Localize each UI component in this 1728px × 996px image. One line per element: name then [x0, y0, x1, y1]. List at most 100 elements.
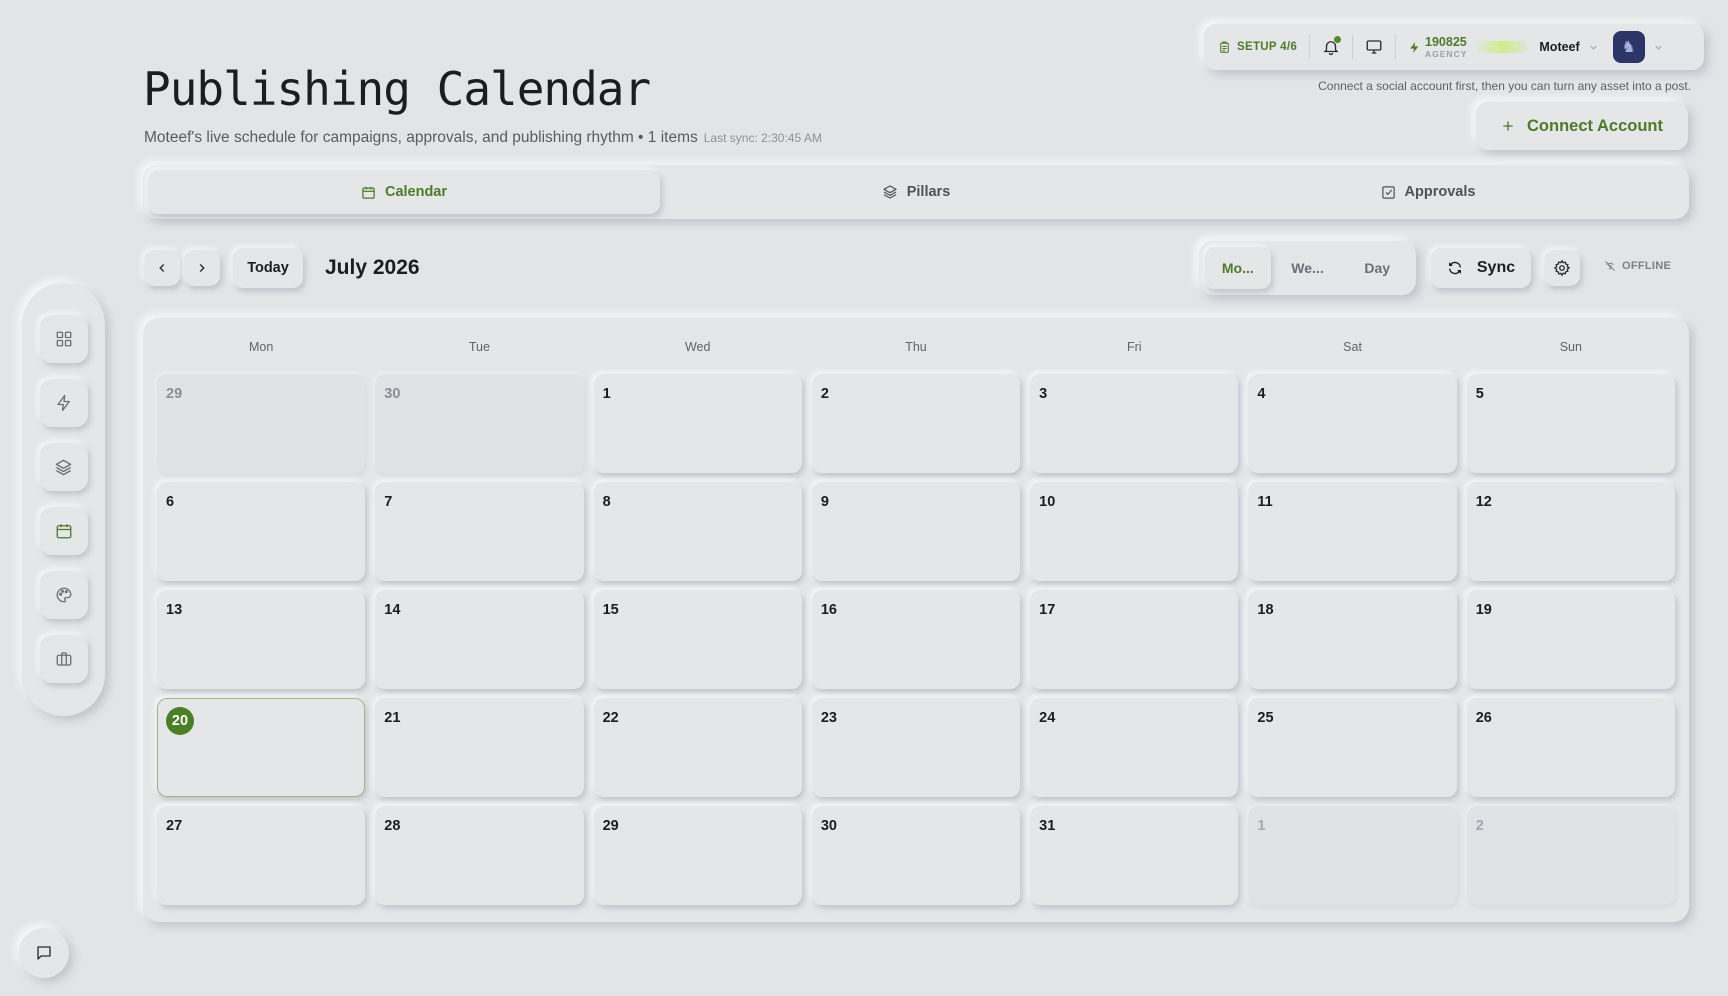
weekday-label: Thu: [905, 340, 927, 354]
sidebar-item-pillars[interactable]: [39, 443, 88, 491]
sync-button[interactable]: Sync: [1431, 248, 1531, 288]
weekday-label: Sun: [1559, 340, 1582, 354]
day-cell[interactable]: 2: [811, 374, 1021, 473]
day-number: 4: [1257, 386, 1266, 402]
setup-progress-button[interactable]: SETUP 4/6: [1218, 41, 1297, 54]
chevron-down-icon[interactable]: [1588, 42, 1599, 53]
day-cell[interactable]: 29: [593, 806, 802, 905]
tab-pillars[interactable]: Pillars: [660, 170, 1172, 214]
day-cell[interactable]: 28: [375, 806, 584, 905]
day-cell[interactable]: 27: [157, 806, 366, 905]
calendar-grid: 29 30 1 2 3 4 5 6 7 8 9 10 11 12 13 14 15 16 17 18 19 20 21 22 2…: [157, 374, 1675, 905]
chat-button[interactable]: [19, 928, 69, 978]
subtitle-text: Moteef's live schedule for campaigns, ap…: [144, 129, 698, 146]
tab-label: Calendar: [384, 184, 448, 200]
day-cell[interactable]: 24: [1030, 698, 1239, 797]
top-bar: SETUP 4/6 190825 AGENCY Moteef ♞: [1204, 24, 1704, 70]
lightning-icon: [55, 394, 73, 412]
day-cell[interactable]: 25: [1248, 698, 1457, 797]
notifications-button[interactable]: [1322, 36, 1342, 56]
weekday-label: Fri: [1126, 340, 1142, 354]
day-number: 29: [602, 818, 619, 834]
briefcase-icon: [55, 650, 73, 668]
day-cell[interactable]: 1: [1248, 806, 1457, 905]
sync-label: Sync: [1476, 259, 1516, 276]
day-number: 11: [1257, 494, 1273, 510]
lightning-icon: [1408, 41, 1421, 54]
plan-highlight: [1477, 41, 1528, 53]
weekday-label: Mon: [248, 340, 274, 354]
day-cell[interactable]: 10: [1030, 482, 1239, 581]
chevron-right-icon: [195, 261, 209, 275]
display-button[interactable]: [1365, 38, 1383, 56]
tab-approvals[interactable]: Approvals: [1172, 170, 1684, 214]
calendar-settings-button[interactable]: [1544, 250, 1580, 286]
weekday-header: Mon Tue Wed Thu Fri Sat Sun: [157, 318, 1675, 374]
day-cell[interactable]: 4: [1248, 374, 1457, 473]
day-number: 2: [820, 386, 829, 402]
day-cell[interactable]: 18: [1248, 590, 1457, 689]
view-month-button[interactable]: Mo...: [1205, 247, 1271, 289]
day-number: 1: [602, 386, 611, 402]
day-number: 18: [1257, 602, 1274, 618]
day-cell[interactable]: 12: [1466, 482, 1675, 581]
sidebar-item-automations[interactable]: [39, 379, 88, 427]
day-cell[interactable]: 26: [1466, 698, 1675, 797]
day-cell[interactable]: 1: [593, 374, 802, 473]
view-week-button[interactable]: We...: [1275, 247, 1341, 289]
day-number: 24: [1039, 710, 1056, 726]
credits-display[interactable]: 190825 AGENCY: [1408, 35, 1467, 59]
sidebar-item-dashboard[interactable]: [39, 315, 88, 363]
sidebar-item-brand[interactable]: [39, 571, 88, 619]
tab-label: Pillars: [906, 184, 951, 200]
day-number: 7: [384, 494, 393, 510]
day-cell[interactable]: 9: [811, 482, 1021, 581]
day-cell[interactable]: 30: [811, 806, 1021, 905]
day-cell[interactable]: 3: [1030, 374, 1239, 473]
day-cell[interactable]: 23: [811, 698, 1021, 797]
day-cell[interactable]: 5: [1466, 374, 1675, 473]
day-number: 27: [166, 818, 183, 834]
connect-account-label: Connect Account: [1527, 116, 1663, 135]
day-cell[interactable]: 7: [375, 482, 584, 581]
next-month-button[interactable]: [184, 250, 220, 286]
day-number: 10: [1039, 494, 1056, 510]
day-number: 16: [820, 602, 837, 618]
day-cell[interactable]: 13: [157, 590, 366, 689]
calendar-icon: [55, 522, 73, 540]
day-number: 6: [166, 494, 175, 510]
setup-label: SETUP 4/6: [1237, 41, 1298, 53]
sidebar-item-calendar[interactable]: [39, 507, 88, 555]
day-cell[interactable]: 30: [375, 374, 584, 473]
day-cell[interactable]: 29: [157, 374, 366, 473]
previous-month-button[interactable]: [144, 250, 180, 286]
tab-calendar[interactable]: Calendar: [148, 170, 660, 214]
day-cell[interactable]: 16: [811, 590, 1021, 689]
day-cell[interactable]: 21: [375, 698, 584, 797]
day-number: 29: [166, 386, 183, 402]
view-day-button[interactable]: Day: [1344, 247, 1410, 289]
day-cell[interactable]: 6: [157, 482, 366, 581]
day-number: 23: [820, 710, 837, 726]
day-cell[interactable]: 11: [1248, 482, 1457, 581]
day-cell[interactable]: 2: [1466, 806, 1675, 905]
day-cell[interactable]: 31: [1030, 806, 1239, 905]
connect-hint: Connect a social account first, then you…: [1318, 79, 1691, 93]
day-cell[interactable]: 15: [593, 590, 802, 689]
connect-account-button[interactable]: Connect Account: [1476, 102, 1688, 150]
day-cell[interactable]: 22: [593, 698, 802, 797]
day-number: 9: [820, 494, 829, 510]
day-cell[interactable]: 8: [593, 482, 802, 581]
workspace-name[interactable]: Moteef: [1539, 40, 1579, 54]
sidebar: [22, 283, 105, 716]
day-cell[interactable]: 20: [157, 698, 366, 797]
divider: [1395, 35, 1397, 59]
sidebar-item-portfolio[interactable]: [39, 635, 88, 683]
chevron-down-icon[interactable]: [1653, 42, 1664, 53]
avatar[interactable]: ♞: [1612, 31, 1645, 63]
today-button[interactable]: Today: [233, 248, 303, 288]
day-cell[interactable]: 14: [375, 590, 584, 689]
day-cell[interactable]: 19: [1466, 590, 1675, 689]
weekday-label: Wed: [684, 340, 711, 354]
day-cell[interactable]: 17: [1030, 590, 1239, 689]
